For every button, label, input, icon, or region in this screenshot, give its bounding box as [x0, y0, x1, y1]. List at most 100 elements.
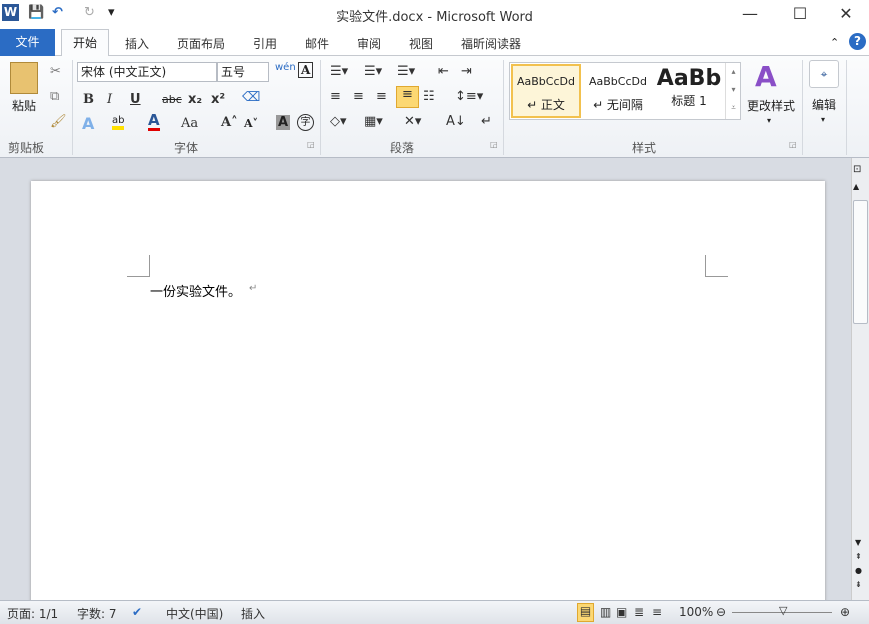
align-left-icon[interactable]: ≡ — [330, 89, 341, 104]
ruler-toggle-icon[interactable]: ⊡ — [853, 164, 861, 175]
styles-scroll-buttons[interactable]: ▴ ▾ ⩡ — [725, 63, 741, 119]
vertical-scrollbar[interactable]: ⊡ ▲ ▼ ⇞ ● ⇟ — [851, 158, 869, 600]
styles-dialog-launcher-icon[interactable]: ◲ — [789, 140, 797, 149]
divider — [72, 60, 73, 155]
style-heading-1[interactable]: AaBb 标题 1 — [656, 64, 722, 118]
tab-foxit-reader[interactable]: 福昕阅读器 — [461, 35, 521, 52]
web-layout-icon[interactable]: ▣ — [616, 605, 627, 619]
divider — [802, 60, 803, 155]
help-icon[interactable]: ? — [849, 33, 866, 50]
group-label-paragraph: 段落 — [390, 141, 415, 155]
copy-icon[interactable]: ⧉ — [50, 89, 59, 104]
word-count[interactable]: 字数: 7 — [77, 605, 117, 622]
document-text[interactable]: 一份实验文件。 — [150, 281, 241, 300]
zoom-out-icon[interactable]: ⊖ — [716, 605, 726, 619]
tab-home[interactable]: 开始 — [61, 29, 109, 57]
numbering-icon[interactable]: ☰▾ — [364, 64, 382, 79]
font-color-icon[interactable]: A — [148, 113, 160, 131]
margin-corner-mark — [127, 255, 150, 277]
print-layout-icon[interactable]: ▤ — [577, 603, 594, 622]
chevron-down-icon[interactable]: ▾ — [821, 115, 825, 124]
line-spacing-icon[interactable]: ↕≡▾ — [455, 89, 483, 104]
styles-gallery: AaBbCcDd ↵ 正文 AaBbCcDd ↵ 无间隔 AaBb 标题 1 ▴… — [509, 62, 741, 120]
italic-button[interactable]: I — [107, 92, 112, 107]
page-count[interactable]: 页面: 1/1 — [7, 605, 58, 622]
align-center-icon[interactable]: ≡ — [353, 89, 364, 104]
minimize-button[interactable]: — — [730, 4, 770, 23]
divider — [503, 60, 504, 155]
divider — [846, 60, 847, 155]
style-no-spacing[interactable]: AaBbCcDd ↵ 无间隔 — [583, 64, 653, 118]
strikethrough-button[interactable]: abc — [162, 93, 182, 106]
language[interactable]: 中文(中国) — [166, 605, 223, 622]
text-effects-icon[interactable]: A — [82, 114, 94, 133]
margin-corner-mark — [705, 255, 728, 277]
group-label-font: 字体 — [174, 141, 199, 155]
tab-view[interactable]: 视图 — [409, 35, 433, 52]
font-dialog-launcher-icon[interactable]: ◲ — [307, 140, 315, 149]
character-border-icon[interactable]: A — [298, 62, 314, 78]
change-styles-button[interactable]: 更改样式 — [747, 97, 795, 114]
tab-page-layout[interactable]: 页面布局 — [177, 35, 225, 52]
change-case-button[interactable]: Aa — [181, 116, 198, 131]
full-screen-reading-icon[interactable]: ▥ — [600, 605, 611, 619]
enclose-characters-button[interactable]: 字 — [297, 114, 314, 131]
format-painter-icon[interactable]: 🖌 — [50, 114, 67, 129]
grow-font-button[interactable]: A˄ — [221, 115, 238, 130]
shrink-font-button[interactable]: A˅ — [244, 117, 258, 130]
paragraph-dialog-launcher-icon[interactable]: ◲ — [490, 140, 498, 149]
multilevel-list-icon[interactable]: ☰▾ — [397, 64, 415, 79]
borders-icon[interactable]: ▦▾ — [364, 114, 383, 129]
close-button[interactable]: ✕ — [826, 4, 866, 23]
show-marks-icon[interactable]: ↵ — [481, 114, 492, 129]
change-styles-icon[interactable]: A — [755, 60, 777, 93]
browse-buttons[interactable]: ▼ ⇞ ● ⇟ — [855, 536, 862, 592]
tab-insert[interactable]: 插入 — [125, 35, 149, 52]
bullets-icon[interactable]: ☰▾ — [330, 64, 348, 79]
chinese-layout-icon[interactable]: ✕▾ — [404, 114, 421, 129]
maximize-button[interactable]: ☐ — [780, 4, 820, 23]
subscript-button[interactable]: x₂ — [188, 92, 202, 107]
zoom-in-icon[interactable]: ⊕ — [840, 605, 850, 619]
draft-icon[interactable]: ≡ — [652, 605, 662, 619]
shading-icon[interactable]: ◇▾ — [330, 114, 347, 129]
underline-button[interactable]: U — [130, 92, 141, 107]
chevron-down-icon[interactable]: ▾ — [767, 116, 771, 125]
decrease-indent-icon[interactable]: ⇤ — [438, 64, 449, 79]
character-shading-button[interactable]: A — [276, 115, 291, 130]
group-label-clipboard: 剪贴板 — [8, 141, 45, 155]
tab-file[interactable]: 文件 — [0, 29, 55, 56]
outline-icon[interactable]: ≣ — [634, 605, 644, 619]
insert-mode[interactable]: 插入 — [241, 605, 265, 622]
cut-icon[interactable]: ✂ — [50, 64, 61, 79]
zoom-slider-thumb[interactable]: ▽ — [779, 604, 787, 617]
style-normal[interactable]: AaBbCcDd ↵ 正文 — [511, 64, 581, 118]
paste-button[interactable]: 粘贴 — [12, 97, 36, 114]
group-label-styles: 样式 — [632, 141, 657, 155]
status-bar: 页面: 1/1 字数: 7 ✔ 中文(中国) 插入 ▤ ▥ ▣ ≣ ≡ 100%… — [0, 600, 869, 624]
proofing-icon[interactable]: ✔ — [132, 605, 142, 619]
editing-button[interactable]: 编辑 — [812, 96, 836, 113]
justify-icon[interactable]: ≡ — [396, 86, 419, 108]
scroll-up-icon[interactable]: ▲ — [853, 182, 859, 191]
collapse-ribbon-icon[interactable]: ⌃ — [830, 36, 839, 49]
tab-mailings[interactable]: 邮件 — [305, 35, 329, 52]
zoom-level[interactable]: 100% — [679, 605, 713, 619]
tab-review[interactable]: 审阅 — [357, 35, 381, 52]
scroll-thumb[interactable] — [853, 200, 868, 324]
font-size-select[interactable]: 五号 — [217, 62, 269, 82]
phonetic-guide-icon[interactable]: wén — [275, 62, 296, 73]
increase-indent-icon[interactable]: ⇥ — [461, 64, 472, 79]
superscript-button[interactable]: x² — [211, 92, 225, 107]
align-right-icon[interactable]: ≡ — [376, 89, 387, 104]
find-binoculars-icon[interactable]: ⌖ — [809, 60, 839, 88]
font-name-select[interactable]: 宋体 (中文正文) — [77, 62, 217, 82]
clear-formatting-icon[interactable]: ⌫ — [242, 90, 260, 105]
highlight-color-icon[interactable]: ab — [112, 115, 125, 130]
tab-references[interactable]: 引用 — [253, 35, 277, 52]
bold-button[interactable]: B — [83, 92, 94, 107]
paste-icon[interactable] — [10, 62, 38, 94]
distributed-icon[interactable]: ☷ — [423, 89, 435, 104]
document-page[interactable]: 一份实验文件。 ↵ — [31, 181, 825, 611]
sort-icon[interactable]: A↓ — [446, 114, 466, 129]
